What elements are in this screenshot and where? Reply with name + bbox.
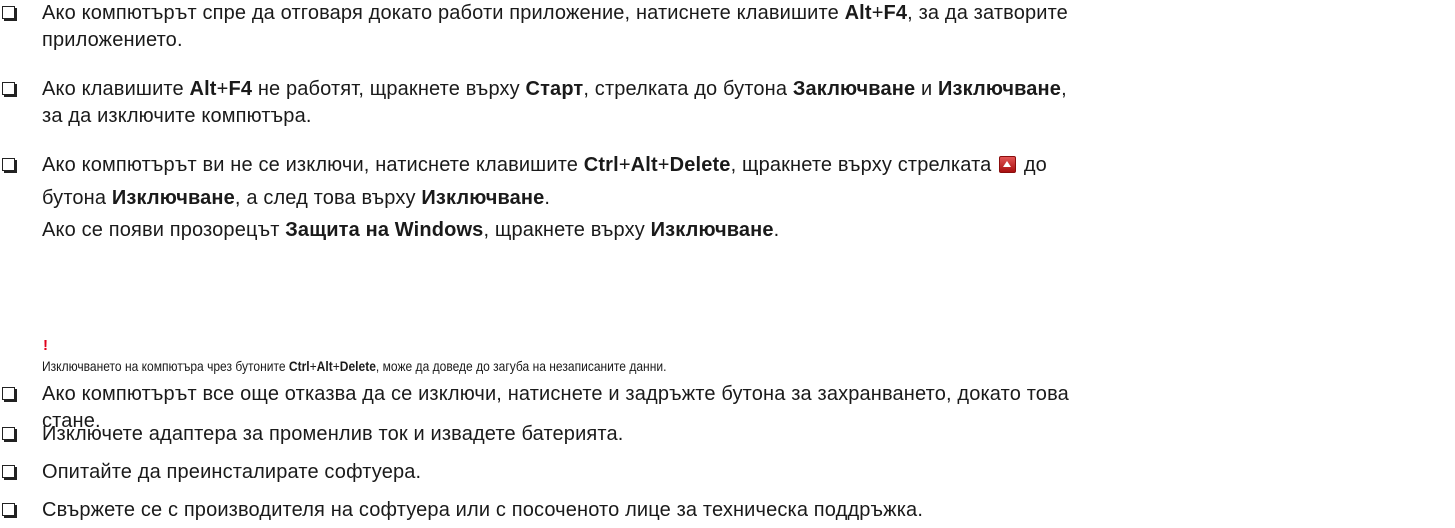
warning-icon: ! bbox=[43, 337, 48, 354]
text-line: Ако компютърът спре да отговаря докато р… bbox=[42, 2, 1068, 24]
shutdown-arrow-icon bbox=[999, 156, 1017, 173]
bold-term: Delete bbox=[339, 358, 376, 374]
bold-term: Ctrl bbox=[583, 154, 619, 176]
checkbox-bullet-icon bbox=[2, 427, 15, 440]
bold-term: Delete bbox=[669, 154, 731, 176]
checkbox-bullet-icon bbox=[2, 158, 15, 171]
warning-note: Изключването на компютъра чрез бутоните … bbox=[42, 358, 667, 374]
checkbox-bullet-icon bbox=[2, 6, 15, 19]
bold-term: Изключване bbox=[938, 78, 1062, 100]
list-item-text: Ако компютърът ви не се изключи, натисне… bbox=[42, 149, 1452, 247]
bold-term: Alt bbox=[630, 154, 658, 176]
checkbox-bullet-icon bbox=[2, 82, 15, 95]
list-item-text: Ако клавишите Alt+F4 не работят, щракнет… bbox=[42, 76, 1452, 129]
text-line: Опитайте да преинсталирате софтуера. bbox=[42, 461, 422, 483]
bold-term: F4 bbox=[228, 78, 253, 100]
text-line: Ако компютърът все още отказва да се изк… bbox=[42, 383, 1069, 405]
bold-term: Alt bbox=[844, 2, 872, 24]
text-line: приложението. bbox=[42, 28, 183, 51]
checkbox-bullet-icon bbox=[2, 465, 15, 478]
checkbox-bullet-icon bbox=[2, 503, 15, 516]
bold-term: Заключване bbox=[792, 78, 916, 100]
text-line: Ако клавишите Alt+F4 не работят, щракнет… bbox=[42, 78, 1067, 100]
bold-term: Изключване bbox=[421, 186, 545, 209]
bold-term: Alt bbox=[316, 358, 333, 374]
text-line: за да изключите компютъра. bbox=[42, 104, 312, 127]
text-line: Ако се появи прозорецът Защита на Window… bbox=[42, 219, 780, 241]
bold-term: Защита на Windows bbox=[285, 219, 484, 241]
list-item-text: Ако компютърът спре да отговаря докато р… bbox=[42, 0, 1452, 53]
text-line: Свържете се с производителя на софтуера … bbox=[42, 499, 924, 521]
bold-term: Ctrl bbox=[288, 358, 310, 374]
bold-term: Старт bbox=[525, 78, 584, 100]
text-line: бутона Изключване, а след това върху Изк… bbox=[42, 186, 551, 209]
bold-term: Alt bbox=[189, 78, 217, 100]
text-line: Ако компютърът ви не се изключи, натисне… bbox=[42, 154, 1047, 176]
text-line: Изключете адаптера за променлив ток и из… bbox=[42, 423, 624, 445]
bold-term: Изключване bbox=[650, 219, 774, 241]
bold-term: Изключване bbox=[111, 186, 235, 209]
checkbox-bullet-icon bbox=[2, 387, 15, 400]
list-item-text: Изключете адаптера за променлив ток и из… bbox=[42, 421, 1452, 448]
list-item-text: Опитайте да преинсталирате софтуера. bbox=[42, 459, 1452, 486]
bold-term: F4 bbox=[883, 2, 908, 24]
list-item-text: Свържете се с производителя на софтуера … bbox=[42, 497, 1452, 524]
